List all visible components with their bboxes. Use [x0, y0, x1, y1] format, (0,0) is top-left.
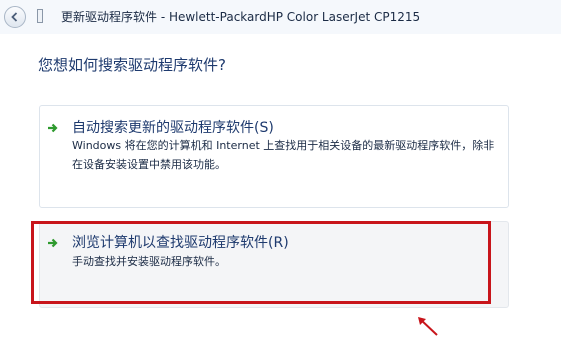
window-title: 更新驱动程序软件 - Hewlett-PackardHP Color Laser… — [61, 10, 421, 24]
page-heading: 您想如何搜索驱动程序软件? — [38, 56, 226, 74]
option-auto-search-title: 自动搜索更新的驱动程序软件(S) — [72, 120, 274, 136]
back-button[interactable] — [4, 6, 26, 28]
back-arrow-icon — [11, 12, 18, 22]
title-bar: 更新驱动程序软件 - Hewlett-PackardHP Color Laser… — [0, 0, 561, 34]
green-arrow-icon — [48, 123, 58, 133]
red-highlight-box — [31, 221, 491, 304]
red-annotation-arrow-icon — [418, 317, 438, 336]
option-auto-search-description: Windows 将在您的计算机和 Internet 上查找用于相关设备的最新驱动… — [72, 139, 495, 171]
device-icon — [37, 9, 43, 23]
option-auto-search[interactable]: 自动搜索更新的驱动程序软件(S) Windows 将在您的计算机和 Intern… — [39, 105, 509, 208]
